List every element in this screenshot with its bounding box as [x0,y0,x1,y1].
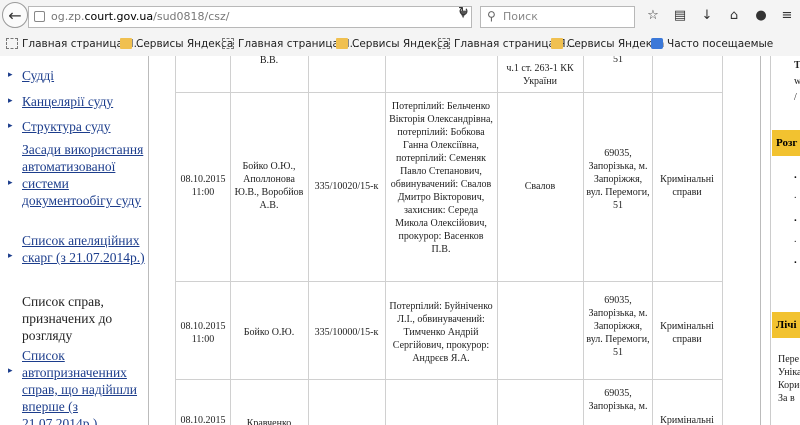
back-button[interactable]: ← [2,2,28,28]
bullet-icon: ▸ [8,178,13,188]
reading-list-icon[interactable]: ▤ [671,7,689,25]
page-icon [222,38,234,49]
sidebar-item-document-system[interactable]: Засади використання автоматизованої сист… [22,141,146,209]
panel-list-item[interactable]: Пере [778,354,799,365]
bullet-icon: ▸ [8,96,13,106]
row-divider [175,379,722,380]
panel-list-item[interactable]: За в [778,393,795,404]
panel-border [770,56,771,425]
cell-address: 51 [613,56,623,65]
cell-address: 69035, Запорізька, м. [588,388,648,412]
panel-marker: . [794,169,797,181]
bullet-icon: ▸ [8,121,13,131]
panel-list-item[interactable]: Корис [778,380,800,391]
cell-address: 69035, Запорізька, м. Запоріжжя, вул. Пе… [586,148,650,211]
search-icon: ⚲ [487,9,496,23]
panel-marker: . [794,234,797,245]
search-bar[interactable]: ⚲ Поиск [480,6,635,28]
cell-accused: Свалов [524,181,556,192]
panel-text: / [794,92,797,103]
cell-parties: ч.1 ст. 263-1 КК України [506,63,574,87]
bullet-icon: ▸ [8,251,13,261]
bookmark-item[interactable]: Сервисы Яндекса [336,38,449,50]
menu-icon[interactable]: ≡ [778,7,796,25]
cell-case-type: Кримінальні [660,415,714,425]
cell-judges: Бойко О.Ю., Аполлонова Ю.В., Воробйов А.… [234,161,304,211]
row-divider [175,92,722,93]
search-input[interactable]: Поиск [503,10,538,23]
column-divider [308,56,309,425]
bookmark-star-icon[interactable]: ☆ [644,7,662,25]
column-divider [148,56,149,425]
panel-marker: . [794,212,797,224]
home-icon[interactable]: ⌂ [725,7,743,25]
reload-icon[interactable]: ↻ [458,5,469,20]
row-divider [175,281,722,282]
cell-case-number: 335/10020/15-к [314,181,379,192]
folder-icon [120,38,132,49]
column-divider [175,56,176,425]
panel-text: Т [794,60,800,71]
column-divider [385,56,386,425]
cell-date: 08.10.2015 [180,415,226,425]
bookmark-item[interactable]: Сервисы Яндекса [551,38,664,50]
downloads-icon[interactable]: ↓ [698,7,716,25]
panel-marker: . [794,190,797,201]
sidebar-item-structure[interactable]: Структура суду [22,118,146,135]
site-identity-icon[interactable] [34,11,45,22]
panel-list-item[interactable]: Уніка [778,367,800,378]
cell-parties: Потерпілий: Буйніченко Л.І., обвинувачен… [389,301,493,364]
page-icon [438,38,450,49]
navigation-toolbar: ← og.zp.court.gov.ua/sud0818/csz/ ▼ ↻ ⚲ … [0,0,800,34]
bookmarks-toolbar: Главная страница Я... Сервисы Яндекса Гл… [0,34,800,56]
cell-judges: Бойко О.Ю. [243,327,295,338]
bookmark-item[interactable]: Часто посещаемые [651,38,773,50]
column-divider [652,56,653,425]
column-divider [722,56,723,425]
bullet-icon: ▸ [8,70,13,80]
panel-heading: Лічі [772,312,800,338]
cell-case-type: Кримінальні справи [660,321,714,345]
panel-marker: . [794,254,797,266]
cell-date: 08.10.2015 11:00 [180,174,226,198]
sidebar-item-scheduled-cases: Список справ, призначених до розгляду [22,294,113,343]
extension-icon[interactable]: ● [752,7,770,25]
page-content: ▸ Судді ▸ Канцелярії суду ▸ Структура су… [0,56,800,425]
sidebar-item-auto-assigned[interactable]: Список автопризначенних справ, що надійш… [22,347,146,425]
cell-address: 69035, Запорізька, м. Запоріжжя, вул. Пе… [586,295,650,358]
most-visited-icon [651,38,663,49]
column-divider [497,56,498,425]
column-divider [583,56,584,425]
back-arrow-icon: ← [8,6,22,25]
column-divider [230,56,231,425]
page-icon [6,38,18,49]
panel-text: w [794,76,800,87]
url-text[interactable]: og.zp.court.gov.ua/sud0818/csz/ [51,10,230,23]
cell-judges: В.В. [259,56,279,66]
cell-judges: Кравченко [246,418,292,425]
browser-chrome: ← og.zp.court.gov.ua/sud0818/csz/ ▼ ↻ ⚲ … [0,0,800,57]
bookmark-item[interactable]: Сервисы Яндекса [120,38,233,50]
bullet-icon: ▸ [8,366,13,376]
sidebar-item-appeals-list[interactable]: Список апеляційних скарг (з 21.07.2014р.… [22,232,146,266]
cell-case-type: Кримінальні справи [660,174,714,198]
folder-icon [336,38,348,49]
folder-icon [551,38,563,49]
sidebar-item-chancery[interactable]: Канцелярії суду [22,93,146,110]
sidebar-nav: ▸ Судді ▸ Канцелярії суду ▸ Структура су… [0,56,148,425]
cell-date: 08.10.2015 11:00 [180,321,226,345]
cell-parties: Потерпілий: Бельченко Вікторія Олександр… [389,101,493,255]
cell-case-number: 335/10000/15-к [314,327,379,338]
sidebar-item-judges[interactable]: Судді [22,67,146,84]
panel-heading: Розг [772,130,800,156]
address-bar[interactable]: og.zp.court.gov.ua/sud0818/csz/ ▼ [28,6,472,28]
right-panel: Т w / Розг . . . . . Лічі Пере Уніка Кор… [760,56,800,425]
